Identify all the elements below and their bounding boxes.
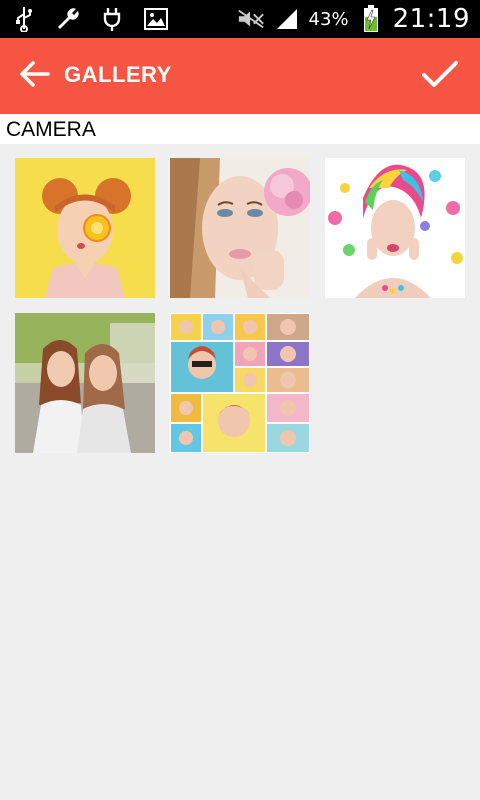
photo-thumbnail-3[interactable]: [325, 158, 465, 298]
image-icon: [142, 5, 170, 33]
photo-thumbnail-5[interactable]: [170, 313, 310, 453]
status-right-icons: 43% 21:19: [237, 0, 470, 38]
clock: 21:19: [392, 4, 470, 34]
check-icon: [421, 59, 459, 93]
photo-thumbnail-4[interactable]: [15, 313, 155, 453]
section-header: CAMERA: [0, 114, 480, 144]
battery-percent: 43%: [308, 8, 349, 30]
photo-thumbnail-1[interactable]: [15, 158, 155, 298]
usb-icon: [10, 5, 38, 33]
page-title: GALLERY: [64, 62, 172, 87]
signal-icon: [273, 5, 301, 33]
status-bar: 43% 21:19: [0, 0, 480, 38]
plug-icon: [98, 5, 126, 33]
wrench-icon: [54, 5, 82, 33]
mute-icon: [237, 5, 265, 33]
section-title: CAMERA: [6, 118, 96, 141]
back-button[interactable]: [14, 58, 54, 94]
app-bar: GALLERY: [0, 38, 480, 114]
arrow-left-icon: [18, 60, 50, 92]
status-left-icons: [10, 5, 170, 33]
confirm-button[interactable]: [418, 54, 462, 98]
battery-charging-icon: [357, 5, 385, 33]
photo-thumbnail-2[interactable]: [170, 158, 310, 298]
